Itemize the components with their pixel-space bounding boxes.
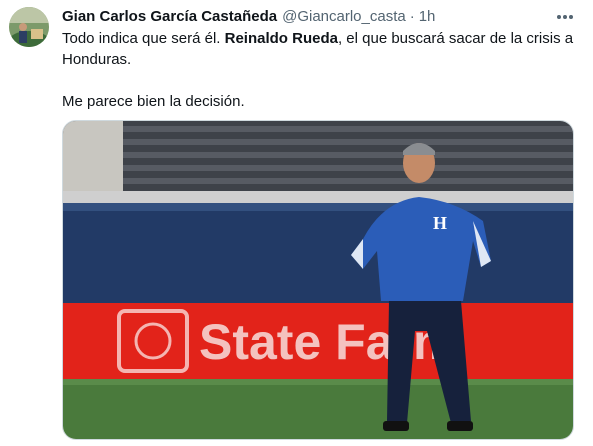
tweet-header: Gian Carlos García Castañeda @Giancarlo_…	[62, 6, 435, 26]
stadium-photo: State Farm H	[63, 121, 573, 439]
tweet-media-photo[interactable]: State Farm H	[62, 120, 574, 440]
tweet-card[interactable]: Gian Carlos García Castañeda @Giancarlo_…	[0, 0, 593, 446]
author-name[interactable]: Gian Carlos García Castañeda	[62, 8, 277, 25]
tweet-text: Todo indica que será él. Reinaldo Rueda,…	[62, 28, 582, 112]
avatar-photo	[9, 7, 49, 47]
more-horizontal-icon	[557, 15, 573, 19]
jersey-letter: H	[433, 213, 447, 233]
text-segment: Todo indica que será él.	[62, 30, 225, 47]
bold-name: Reinaldo Rueda	[224, 30, 338, 47]
author-handle[interactable]: @Giancarlo_casta	[282, 8, 406, 25]
tweet-text-line-2: Me parece bien la decisión.	[62, 93, 245, 110]
more-options-button[interactable]	[553, 8, 577, 26]
tweet-text-line-1: Todo indica que será él. Reinaldo Rueda,…	[62, 28, 582, 70]
separator-dot: ·	[409, 7, 415, 25]
avatar[interactable]	[9, 7, 49, 47]
timestamp[interactable]: 1h	[419, 8, 436, 25]
